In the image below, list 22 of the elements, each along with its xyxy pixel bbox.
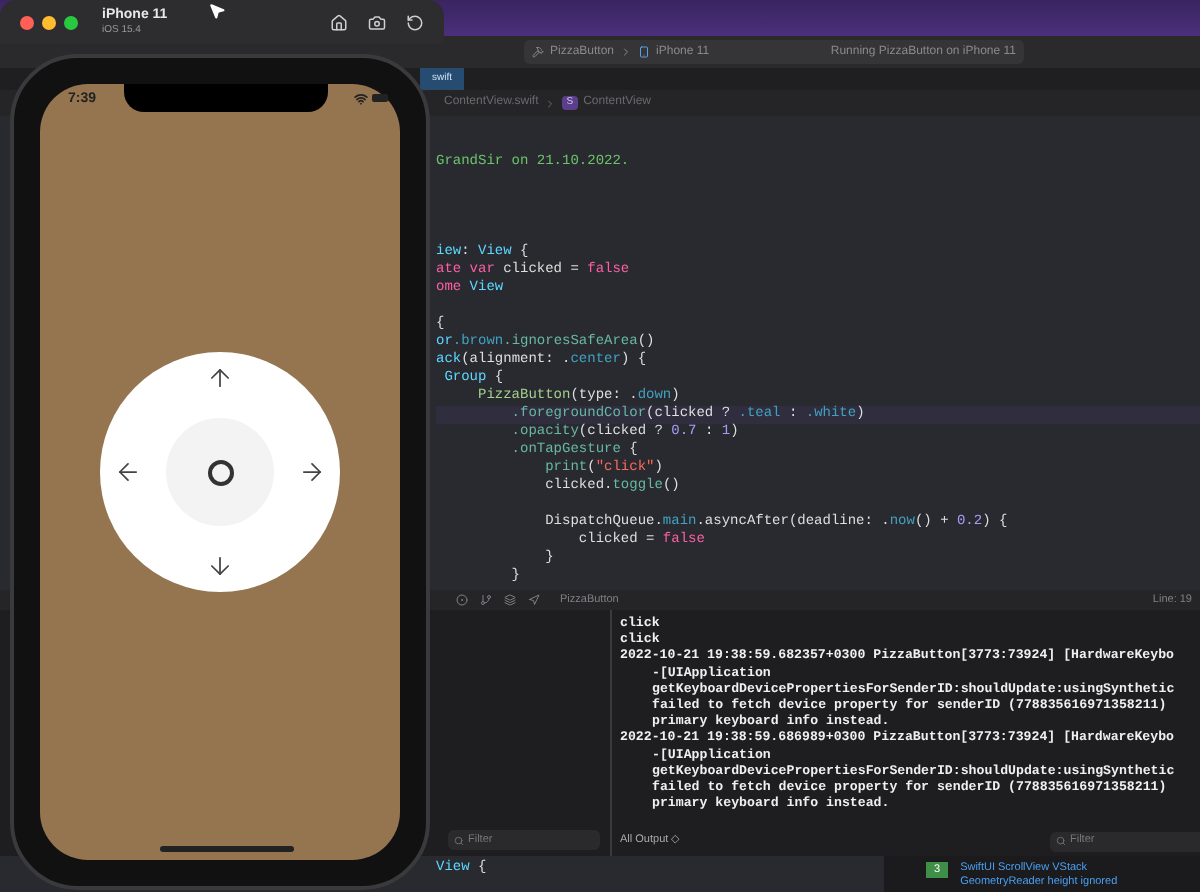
search-icon xyxy=(454,835,464,845)
breakpoint-icon[interactable] xyxy=(456,594,468,606)
rotate-icon[interactable] xyxy=(406,13,424,31)
wifi-icon xyxy=(354,92,368,106)
close-button[interactable] xyxy=(20,15,34,29)
chevron-icon xyxy=(544,97,557,109)
zoom-button[interactable] xyxy=(64,15,78,29)
search-icon xyxy=(1056,836,1066,846)
chevron-icon xyxy=(620,46,633,58)
up-arrow-icon[interactable] xyxy=(206,364,234,392)
right-arrow-icon[interactable] xyxy=(298,458,326,486)
cursor-icon xyxy=(208,2,226,20)
screenshot-icon[interactable] xyxy=(368,13,386,31)
minimize-button[interactable] xyxy=(42,15,56,29)
layers-icon[interactable] xyxy=(504,594,516,606)
location-icon[interactable] xyxy=(528,594,540,606)
home-icon[interactable] xyxy=(330,13,348,31)
branch-icon[interactable] xyxy=(480,594,492,606)
ring-icon xyxy=(207,459,233,485)
home-indicator xyxy=(160,846,294,852)
device-icon xyxy=(638,46,651,58)
battery-icon xyxy=(372,94,388,102)
